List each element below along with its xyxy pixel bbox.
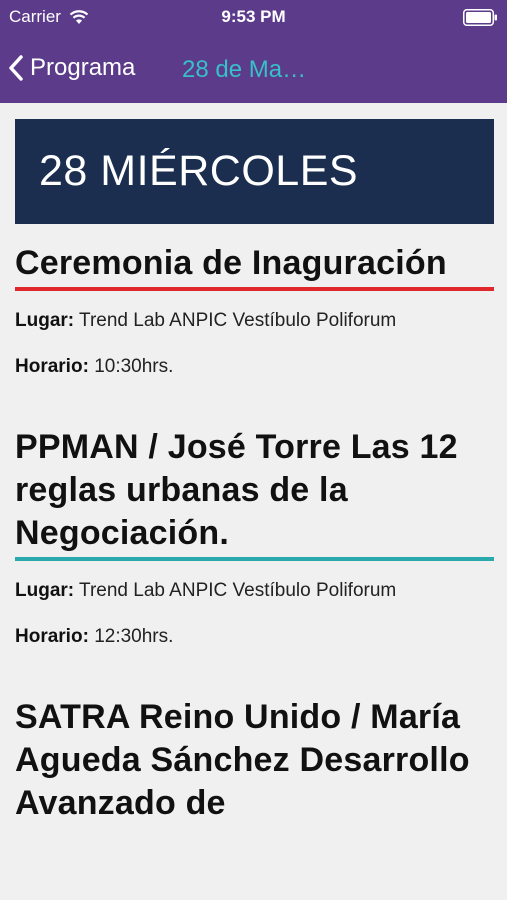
time-label: Horario:: [15, 356, 89, 377]
event-item[interactable]: SATRA Reino Unido / María Agueda Sánchez…: [15, 678, 494, 827]
place-label: Lugar:: [15, 580, 75, 601]
schedule-content: 28 MIÉRCOLES Ceremonia de Inaguración Lu…: [15, 119, 494, 827]
event-title: PPMAN / José Torre Las 12 reglas urbanas…: [15, 428, 458, 552]
nav-title: 28 de Ma…: [182, 56, 307, 83]
place-value: Trend Lab ANPIC Vestíbulo Poliforum: [79, 310, 397, 331]
status-time: 9:53 PM: [221, 7, 286, 26]
event-divider: [15, 287, 494, 291]
top-bar: Carrier 9:53 PM Programa 28 de Ma…: [0, 0, 507, 103]
event-place: Lugar: Trend Lab ANPIC Vestíbulo Polifor…: [15, 308, 494, 334]
time-value: 10:30hrs.: [94, 356, 174, 377]
time-value: 12:30hrs.: [94, 626, 174, 647]
status-bar: Carrier 9:53 PM: [0, 0, 507, 36]
navigation-bar: Programa 28 de Ma…: [0, 40, 507, 98]
time-label: Horario:: [15, 626, 89, 647]
event-title: SATRA Reino Unido / María Agueda Sánchez…: [15, 698, 470, 822]
back-button-label: Programa: [30, 54, 136, 81]
place-label: Lugar:: [15, 310, 75, 331]
battery-icon: [463, 9, 497, 26]
event-time: Horario: 12:30hrs.: [15, 624, 494, 650]
chevron-left-icon: [9, 55, 23, 81]
event-item[interactable]: PPMAN / José Torre Las 12 reglas urbanas…: [15, 408, 494, 650]
event-item[interactable]: Ceremonia de Inaguración Lugar: Trend La…: [15, 224, 494, 380]
event-place: Lugar: Trend Lab ANPIC Vestíbulo Polifor…: [15, 578, 494, 604]
back-button[interactable]: Programa: [8, 46, 135, 90]
event-title: Ceremonia de Inaguración: [15, 244, 447, 282]
event-time: Horario: 10:30hrs.: [15, 354, 494, 380]
day-header: 28 MIÉRCOLES: [15, 119, 494, 224]
place-value: Trend Lab ANPIC Vestíbulo Poliforum: [79, 580, 397, 601]
event-divider: [15, 557, 494, 561]
